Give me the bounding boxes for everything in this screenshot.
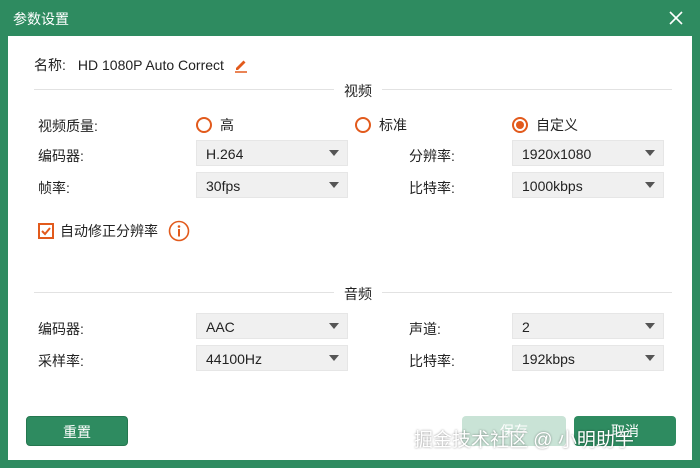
title-bar: 参数设置 <box>0 0 700 36</box>
select-value: 1000kbps <box>522 178 583 194</box>
framerate-label: 帧率: <box>38 180 70 196</box>
chevron-down-icon <box>645 323 655 329</box>
chevron-down-icon <box>329 182 339 188</box>
checkmark-icon <box>41 227 51 236</box>
audio-encoder-label: 编码器: <box>38 321 84 337</box>
name-row: 名称: HD 1080P Auto Correct <box>34 55 249 75</box>
video-section-title: 视频 <box>344 83 372 99</box>
samplerate-label: 采样率: <box>38 353 84 369</box>
window-title: 参数设置 <box>13 11 69 27</box>
auto-correct-label: 自动修正分辨率 <box>60 223 158 239</box>
select-value: 1920x1080 <box>522 146 592 162</box>
video-encoder-label: 编码器: <box>38 148 84 164</box>
radio-circle <box>196 117 212 133</box>
divider <box>34 89 334 90</box>
resolution-label: 分辨率: <box>409 148 455 164</box>
samplerate-select[interactable]: 44100Hz <box>196 345 348 371</box>
quality-custom-radio[interactable]: 自定义 <box>512 115 578 135</box>
chevron-down-icon <box>329 323 339 329</box>
channel-select[interactable]: 2 <box>512 313 664 339</box>
video-section-header: 视频 <box>34 79 672 99</box>
select-value: 30fps <box>206 178 241 194</box>
quality-standard-radio[interactable]: 标准 <box>355 115 407 135</box>
checkbox-box <box>38 223 54 239</box>
video-quality-label: 视频质量: <box>38 118 98 134</box>
chevron-down-icon <box>329 355 339 361</box>
divider <box>382 292 672 293</box>
divider <box>382 89 672 90</box>
chevron-down-icon <box>645 182 655 188</box>
video-bitrate-label: 比特率: <box>409 180 455 196</box>
name-label: 名称: <box>34 57 66 73</box>
audio-section-header: 音频 <box>34 282 672 302</box>
radio-circle <box>512 117 528 133</box>
audio-section-title: 音频 <box>344 286 372 302</box>
close-icon[interactable] <box>666 8 686 28</box>
divider <box>34 292 334 293</box>
radio-label: 自定义 <box>536 117 578 133</box>
channel-label: 声道: <box>409 321 441 337</box>
audio-bitrate-select[interactable]: 192kbps <box>512 345 664 371</box>
resolution-select[interactable]: 1920x1080 <box>512 140 664 166</box>
select-value: 192kbps <box>522 351 575 367</box>
select-value: AAC <box>206 319 235 335</box>
radio-circle <box>355 117 371 133</box>
reset-button[interactable]: 重置 <box>26 416 128 446</box>
watermark: 掘金技术社区 @ 小明助手 <box>414 430 634 451</box>
chevron-down-icon <box>645 150 655 156</box>
quality-high-radio[interactable]: 高 <box>196 115 234 135</box>
select-value: H.264 <box>206 146 244 162</box>
name-value: HD 1080P Auto Correct <box>77 57 224 73</box>
settings-panel: 名称: HD 1080P Auto Correct 视频 视频质量: 高 标准 … <box>8 36 692 460</box>
info-icon[interactable] <box>168 220 190 242</box>
select-value: 44100Hz <box>206 351 263 367</box>
chevron-down-icon <box>645 355 655 361</box>
pencil-icon[interactable] <box>233 57 249 73</box>
framerate-select[interactable]: 30fps <box>196 172 348 198</box>
radio-label: 高 <box>220 117 234 133</box>
radio-label: 标准 <box>379 117 407 133</box>
select-value: 2 <box>522 319 530 335</box>
video-encoder-select[interactable]: H.264 <box>196 140 348 166</box>
video-bitrate-select[interactable]: 1000kbps <box>512 172 664 198</box>
audio-encoder-select[interactable]: AAC <box>196 313 348 339</box>
chevron-down-icon <box>329 150 339 156</box>
auto-correct-checkbox[interactable]: 自动修正分辨率 <box>38 220 190 242</box>
audio-bitrate-label: 比特率: <box>409 353 455 369</box>
